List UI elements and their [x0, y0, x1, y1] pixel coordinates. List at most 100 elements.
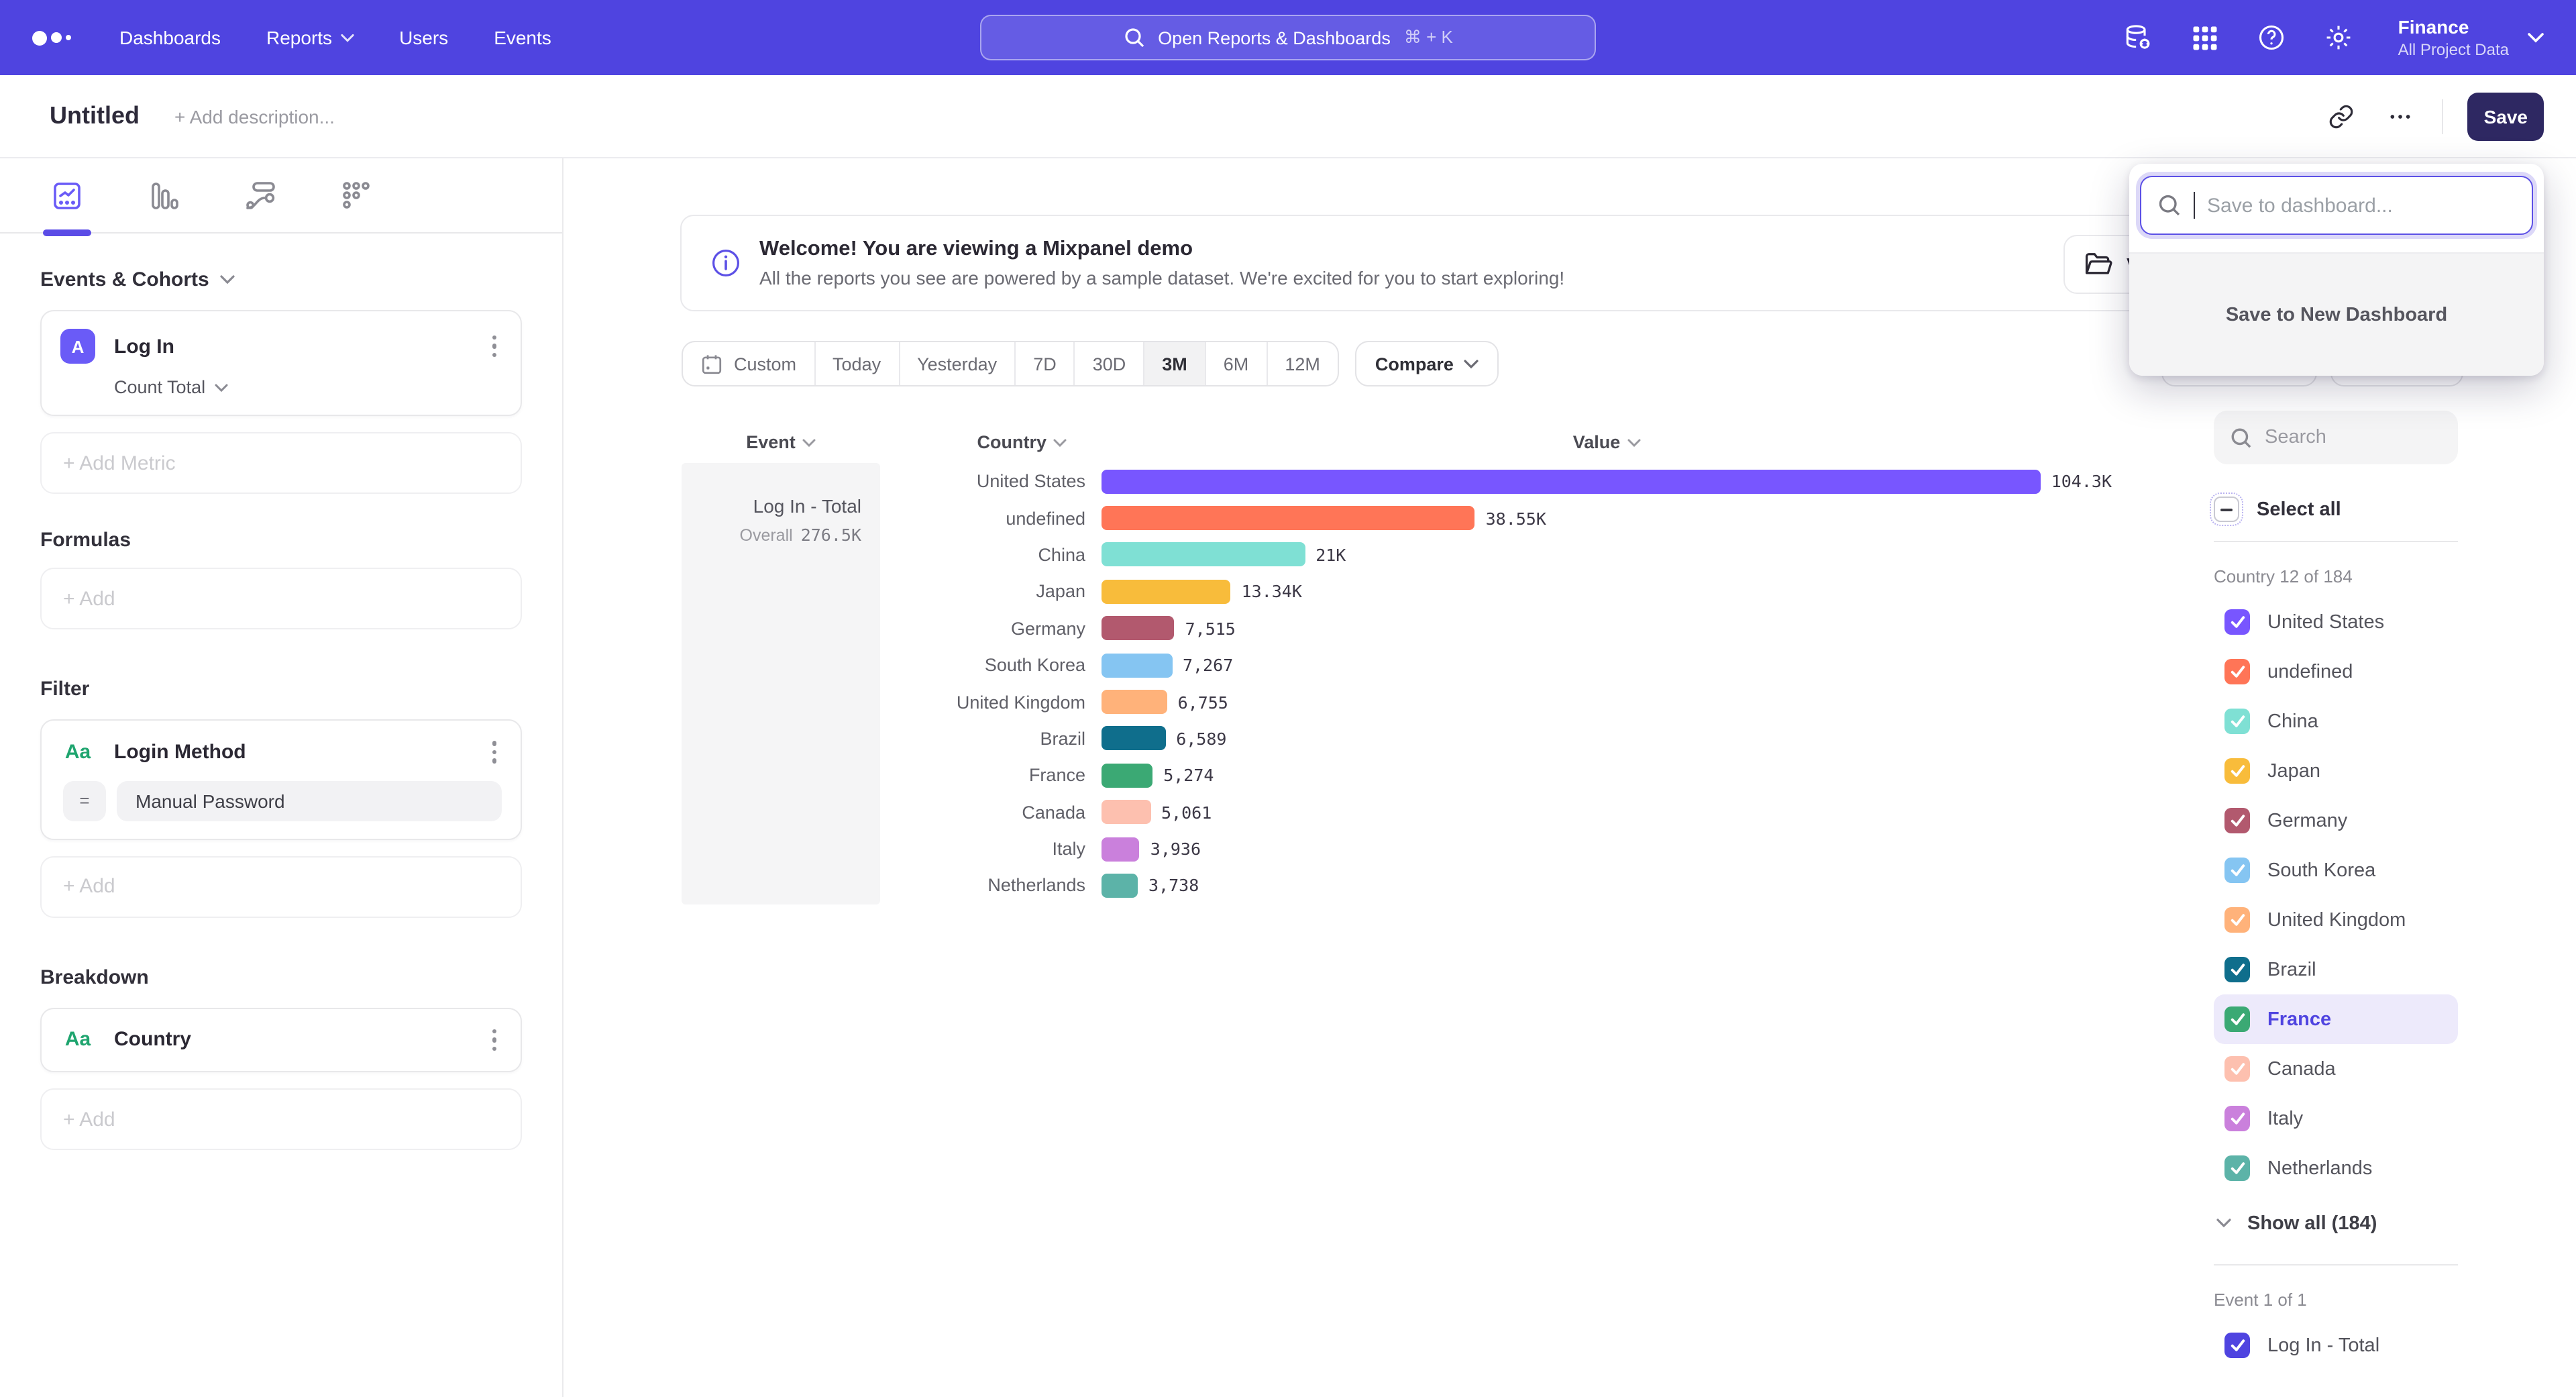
column-header-country[interactable]: Country	[880, 432, 1102, 452]
tab-flows-icon[interactable]	[243, 178, 278, 213]
add-breakdown-button[interactable]: + Add	[40, 1088, 522, 1150]
nav-item-dashboards[interactable]: Dashboards	[119, 27, 221, 48]
copy-link-icon[interactable]	[2324, 99, 2359, 134]
filter-value[interactable]: Manual Password	[117, 780, 502, 821]
bar-segment[interactable]	[1102, 617, 1175, 641]
checked-checkbox[interactable]	[2224, 758, 2250, 784]
save-button[interactable]: Save	[2468, 92, 2544, 140]
event-checkbox-list: Log In - Total	[2214, 1321, 2458, 1370]
metric-card-log-in[interactable]: A Log In Count Total	[40, 310, 522, 416]
segment-item-france[interactable]: France	[2214, 994, 2458, 1044]
more-options-icon[interactable]	[2383, 99, 2418, 134]
filter-kebab-icon[interactable]	[486, 738, 502, 766]
bar-segment[interactable]	[1102, 764, 1152, 788]
nav-item-events[interactable]: Events	[494, 27, 551, 48]
bar-segment[interactable]	[1102, 469, 2041, 493]
select-all-row[interactable]: Select all	[2214, 497, 2458, 522]
data-connections-icon[interactable]	[2122, 21, 2154, 54]
global-search-button[interactable]: Open Reports & Dashboards ⌘ + K	[980, 15, 1596, 60]
bar-segment[interactable]	[1102, 727, 1165, 751]
segment-item-italy[interactable]: Italy	[2214, 1094, 2458, 1143]
series-name: Log In - Total	[700, 495, 861, 517]
segment-item-united-kingdom[interactable]: United Kingdom	[2214, 895, 2458, 945]
checked-checkbox[interactable]	[2224, 709, 2250, 734]
filter-property-name: Login Method	[114, 741, 246, 764]
segment-item-canada[interactable]: Canada	[2214, 1044, 2458, 1094]
segment-item-united-states[interactable]: United States	[2214, 597, 2458, 647]
bar-value-label: 5,061	[1161, 802, 1212, 822]
range-today[interactable]: Today	[815, 342, 900, 385]
save-to-new-dashboard-button[interactable]: Save to New Dashboard	[2129, 254, 2544, 376]
bar-segment[interactable]	[1102, 580, 1231, 604]
range-30d[interactable]: 30D	[1075, 342, 1145, 385]
save-to-dashboard-input[interactable]: Save to dashboard...	[2140, 176, 2533, 235]
filter-card-login-method[interactable]: Aa Login Method = Manual Password	[40, 719, 522, 839]
bar-segment[interactable]	[1102, 506, 1475, 530]
breakdown-kebab-icon[interactable]	[486, 1026, 502, 1053]
bar-segment[interactable]	[1102, 837, 1140, 861]
bar-category-label: Canada	[880, 802, 1102, 822]
range-6m[interactable]: 6M	[1206, 342, 1268, 385]
checked-checkbox[interactable]	[2224, 1056, 2250, 1082]
checked-checkbox[interactable]	[2224, 957, 2250, 982]
checked-checkbox[interactable]	[2224, 609, 2250, 635]
tab-retention-icon[interactable]	[339, 178, 374, 213]
country-header-label: Country	[977, 432, 1047, 452]
select-all-checkbox[interactable]	[2214, 497, 2239, 522]
segment-item-china[interactable]: China	[2214, 696, 2458, 746]
segment-item-south-korea[interactable]: South Korea	[2214, 845, 2458, 895]
nav-item-reports[interactable]: Reports	[266, 27, 354, 48]
checked-checkbox[interactable]	[2224, 1006, 2250, 1032]
range-7d[interactable]: 7D	[1016, 342, 1075, 385]
segment-item-undefined[interactable]: undefined	[2214, 647, 2458, 696]
events-cohorts-heading[interactable]: Events & Cohorts	[40, 268, 522, 291]
checked-checkbox[interactable]	[2224, 858, 2250, 883]
bar-segment[interactable]	[1102, 690, 1167, 714]
add-formula-button[interactable]: + Add	[40, 568, 522, 629]
add-metric-button[interactable]: + Add Metric	[40, 432, 522, 494]
bar-segment[interactable]	[1102, 800, 1150, 824]
bar-segment[interactable]	[1102, 543, 1305, 567]
metric-kebab-icon[interactable]	[486, 333, 502, 360]
settings-gear-icon[interactable]	[2323, 21, 2355, 54]
add-filter-button[interactable]: + Add	[40, 856, 522, 917]
checked-checkbox[interactable]	[2224, 907, 2250, 933]
project-subtitle: All Project Data	[2398, 40, 2509, 59]
project-switcher[interactable]: Finance All Project Data	[2398, 17, 2544, 59]
apps-grid-icon[interactable]	[2189, 21, 2221, 54]
segment-item-netherlands[interactable]: Netherlands	[2214, 1143, 2458, 1193]
tab-funnels-icon[interactable]	[146, 178, 181, 213]
nav-item-users[interactable]: Users	[399, 27, 448, 48]
segment-item-germany[interactable]: Germany	[2214, 796, 2458, 845]
mixpanel-logo-icon[interactable]	[32, 30, 71, 45]
add-description-button[interactable]: + Add description...	[174, 105, 335, 127]
event-item-log-in---total[interactable]: Log In - Total	[2214, 1321, 2458, 1370]
checked-checkbox[interactable]	[2224, 1106, 2250, 1131]
help-icon[interactable]	[2256, 21, 2288, 54]
segment-item-brazil[interactable]: Brazil	[2214, 945, 2458, 994]
breakdown-card-country[interactable]: Aa Country	[40, 1007, 522, 1072]
segment-search-input[interactable]: Search	[2214, 411, 2458, 464]
bar-segment[interactable]	[1102, 874, 1138, 898]
compare-button[interactable]: Compare	[1355, 341, 1499, 386]
overall-label: Overall	[740, 526, 793, 545]
show-all-button[interactable]: Show all (184)	[2214, 1198, 2458, 1248]
breakdown-property-name: Country	[114, 1029, 191, 1051]
range-custom[interactable]: Custom	[683, 342, 815, 385]
range-3m[interactable]: 3M	[1144, 342, 1206, 385]
metric-aggregation-dropdown[interactable]: Count Total	[60, 377, 502, 397]
checked-checkbox[interactable]	[2224, 808, 2250, 833]
bar-segment[interactable]	[1102, 653, 1172, 677]
checked-checkbox[interactable]	[2224, 1155, 2250, 1181]
range-12m[interactable]: 12M	[1267, 342, 1338, 385]
checked-checkbox[interactable]	[2224, 1333, 2250, 1358]
report-title[interactable]: Untitled	[50, 102, 140, 130]
checked-checkbox[interactable]	[2224, 659, 2250, 684]
event-count-label: Event 1 of 1	[2214, 1290, 2458, 1310]
tab-insights-icon[interactable]	[50, 178, 85, 213]
segment-item-japan[interactable]: Japan	[2214, 746, 2458, 796]
range-yesterday[interactable]: Yesterday	[900, 342, 1016, 385]
filter-operator[interactable]: =	[63, 780, 106, 821]
column-header-value[interactable]: Value	[1102, 432, 2112, 452]
column-header-event[interactable]: Event	[682, 432, 880, 452]
